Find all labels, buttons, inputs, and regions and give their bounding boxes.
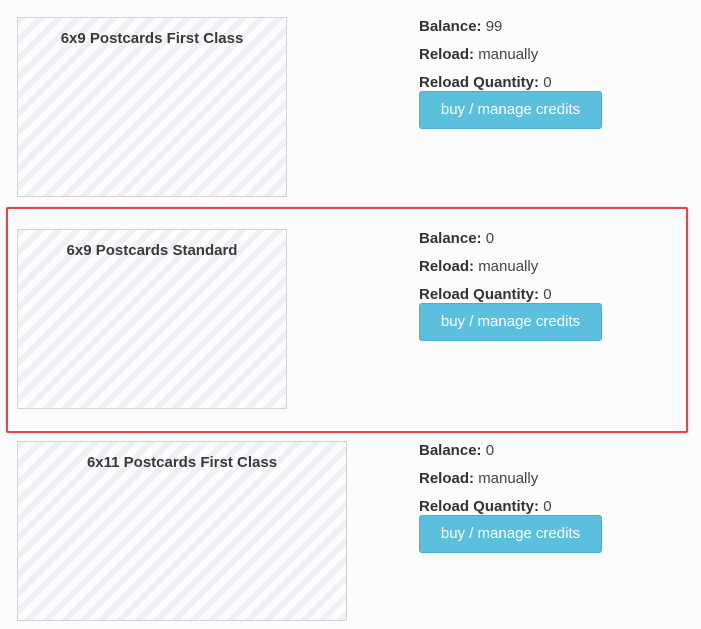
reload-label: Reload: xyxy=(419,470,475,487)
reload-value: manually xyxy=(478,470,539,487)
product-title: 6x11 Postcards First Class xyxy=(86,454,278,471)
buy-manage-credits-button[interactable]: buy / manage credits xyxy=(419,515,602,553)
balance-value: 0 xyxy=(485,442,495,459)
reload-value: manually xyxy=(478,46,539,63)
reload-label: Reload: xyxy=(419,46,475,63)
balance-line: Balance: 99 xyxy=(419,17,679,45)
product-thumbnail: 6x9 Postcards First Class xyxy=(17,17,287,197)
reload-line: Reload: manually xyxy=(419,257,679,285)
balance-label: Balance: xyxy=(419,442,482,459)
balance-value: 0 xyxy=(485,230,495,247)
balance-label: Balance: xyxy=(419,18,482,35)
product-thumbnail: 6x11 Postcards First Class xyxy=(17,441,347,621)
reload-quantity-value: 0 xyxy=(543,286,552,303)
credit-info: Balance: 99 Reload: manually Reload Quan… xyxy=(419,17,679,129)
reload-value: manually xyxy=(478,258,539,275)
reload-quantity-label: Reload Quantity: xyxy=(419,286,540,303)
reload-quantity-label: Reload Quantity: xyxy=(419,498,540,515)
buy-manage-credits-button[interactable]: buy / manage credits xyxy=(419,91,602,129)
balance-label: Balance: xyxy=(419,230,482,247)
reload-quantity-value: 0 xyxy=(543,498,552,515)
buy-manage-credits-button[interactable]: buy / manage credits xyxy=(419,303,602,341)
reload-line: Reload: manually xyxy=(419,469,679,497)
reload-line: Reload: manually xyxy=(419,45,679,73)
product-title: 6x9 Postcards First Class xyxy=(60,30,244,47)
credit-info: Balance: 0 Reload: manually Reload Quant… xyxy=(419,441,679,553)
reload-quantity-value: 0 xyxy=(543,74,552,91)
credit-info: Balance: 0 Reload: manually Reload Quant… xyxy=(419,229,679,341)
balance-line: Balance: 0 xyxy=(419,441,679,469)
reload-quantity-label: Reload Quantity: xyxy=(419,74,540,91)
balance-value: 99 xyxy=(485,18,503,35)
reload-label: Reload: xyxy=(419,258,475,275)
product-title: 6x9 Postcards Standard xyxy=(66,242,238,259)
balance-line: Balance: 0 xyxy=(419,229,679,257)
product-thumbnail: 6x9 Postcards Standard xyxy=(17,229,287,409)
